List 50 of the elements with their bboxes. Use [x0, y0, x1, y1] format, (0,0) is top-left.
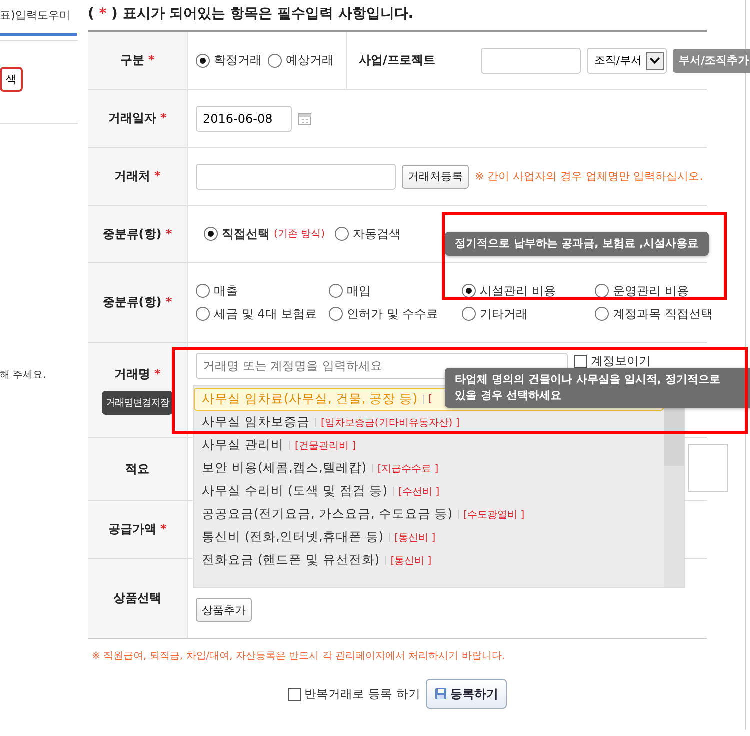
tooltip: 정기적으로 납부하는 공과금, 보험료 ,시설사용료: [445, 232, 709, 256]
memo-field[interactable]: [688, 444, 728, 492]
save-name-button[interactable]: 거래명변경저장: [102, 390, 173, 414]
suggestion-item[interactable]: 사무실 관리비 [건물관리비 ]: [194, 434, 664, 457]
field-label: 사업/프로젝트: [359, 52, 436, 69]
register-button[interactable]: 등록하기: [426, 679, 508, 709]
radio-option[interactable]: 자동검색: [334, 226, 401, 242]
field-label: 중분류(항) *: [102, 294, 172, 311]
field-label: 중분류(항) *: [102, 226, 172, 242]
radio-option[interactable]: 인허가 및 수수료: [329, 306, 462, 322]
radio-option[interactable]: 예상거래: [268, 52, 334, 69]
search-button[interactable]: 색: [0, 66, 23, 92]
radio-option[interactable]: 매출: [196, 282, 329, 300]
field-label: 거래처 *: [114, 168, 161, 185]
guide-text: 해 주세요.: [0, 369, 48, 382]
show-account-checkbox[interactable]: 계정보이기: [574, 353, 651, 370]
required-notice: ( * ) 표시가 되어있는 항목은 필수입력 사항입니다.: [88, 5, 415, 24]
radio-option[interactable]: 운영관리 비용: [595, 282, 728, 300]
register-partner-button[interactable]: 거래처등록: [402, 164, 469, 188]
suggestion-item[interactable]: 사무실 수리비 (도색 및 점검 등) [수선비 ]: [194, 480, 664, 503]
field-label: 거래일자 *: [108, 110, 167, 127]
radio-option[interactable]: 세금 및 4대 보험료: [196, 306, 329, 322]
field-label: 구분 *: [120, 52, 155, 69]
suggestion-item[interactable]: 보안 비용(세콤,캡스,텔레캅) [지급수수료 ]: [194, 457, 664, 480]
note-text: ※ 간이 사업자의 경우 업체명만 입력하십시오.: [475, 169, 704, 184]
project-field[interactable]: [481, 48, 582, 74]
org-select[interactable]: 조직/부서: [587, 48, 668, 74]
footer-note: ※ 직원급여, 퇴직금, 차입/대여, 자산등록은 반드시 각 관리페이지에서 처리하시기 바랍니다.: [91, 650, 506, 664]
field-label: 상품선택: [114, 590, 162, 607]
radio-option[interactable]: 시설관리 비용: [462, 282, 595, 300]
suggestion-item[interactable]: 전화요금 (핸드폰 및 유선전화) [통신비 ]: [194, 549, 664, 572]
field-label: 거래명 *: [114, 366, 161, 382]
suggestion-item[interactable]: 공공요금(전기요금, 가스요금, 수도요금 등) [수도광열비 ]: [194, 503, 664, 526]
radio-option[interactable]: 매입: [329, 282, 462, 300]
radio-option[interactable]: 기타거래: [462, 306, 595, 322]
radio-option[interactable]: 직접선택 (기존 방식): [204, 226, 325, 242]
add-product-button[interactable]: 상품추가: [196, 598, 252, 622]
suggestion-item[interactable]: 사무실 임차보증금 [임차보증금(기타비유동자산) ]: [194, 411, 664, 434]
helper-tab[interactable]: 표)입력도우미: [0, 0, 77, 36]
calendar-icon[interactable]: [298, 112, 312, 126]
suggestion-item[interactable]: 통신비 (전화,인터넷,휴대폰 등) [통신비 ]: [194, 526, 664, 549]
field-label: 적요: [126, 460, 150, 478]
partner-field[interactable]: [196, 164, 396, 190]
radio-option[interactable]: 확정거래: [196, 52, 262, 69]
chevron-down-icon: [646, 52, 664, 70]
tooltip: 타업체 명의의 건물이나 사무실을 일시적, 정기적으로 있을 경우 선택하세요: [445, 368, 750, 408]
repeat-checkbox[interactable]: 반복거래로 등록 하기: [288, 686, 420, 702]
radio-option[interactable]: 계정과목 직접선택: [595, 306, 728, 322]
field-label: 공급가액 *: [108, 521, 167, 538]
date-field[interactable]: 2016-06-08: [196, 106, 292, 132]
